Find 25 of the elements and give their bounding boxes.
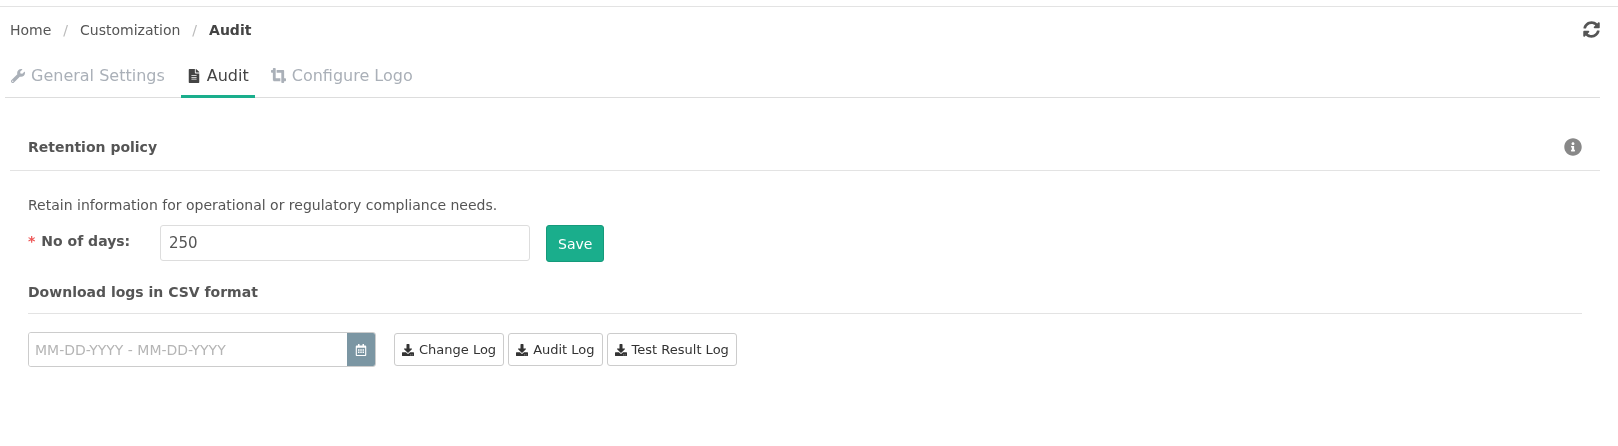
breadcrumb-separator: / bbox=[192, 21, 198, 38]
download-icon bbox=[402, 343, 414, 356]
breadcrumb-item: Audit bbox=[209, 21, 252, 38]
download-icon bbox=[614, 343, 627, 356]
calendar-button[interactable] bbox=[347, 333, 375, 366]
crop-icon bbox=[270, 68, 286, 83]
breadcrumb-item[interactable]: Home bbox=[10, 21, 52, 38]
days-input[interactable]: 250 bbox=[160, 225, 530, 261]
calendar-icon bbox=[355, 343, 367, 356]
breadcrumb-item[interactable]: Customization bbox=[80, 21, 181, 38]
download-button[interactable]: Change Log bbox=[394, 333, 505, 366]
document-icon bbox=[186, 68, 201, 83]
section-title: Download logs in CSV format bbox=[28, 284, 258, 300]
download-button[interactable]: Test Result Log bbox=[606, 333, 737, 366]
download-button[interactable]: Audit Log bbox=[508, 333, 603, 366]
description-text: Retain information for operational or regulatory compliance needs. bbox=[28, 197, 499, 213]
tab[interactable]: Audit bbox=[180, 58, 255, 98]
section-title: Retention policy bbox=[28, 139, 158, 155]
info-icon[interactable] bbox=[1564, 138, 1582, 156]
date-range-field[interactable]: MM-DD-YYYY - MM-DD-YYYY bbox=[28, 332, 376, 367]
wrench-icon bbox=[11, 68, 25, 83]
field-label: * No of days: bbox=[28, 232, 132, 249]
breadcrumb-separator: / bbox=[63, 21, 69, 38]
refresh-icon[interactable] bbox=[1583, 21, 1600, 38]
download-icon bbox=[516, 343, 529, 356]
